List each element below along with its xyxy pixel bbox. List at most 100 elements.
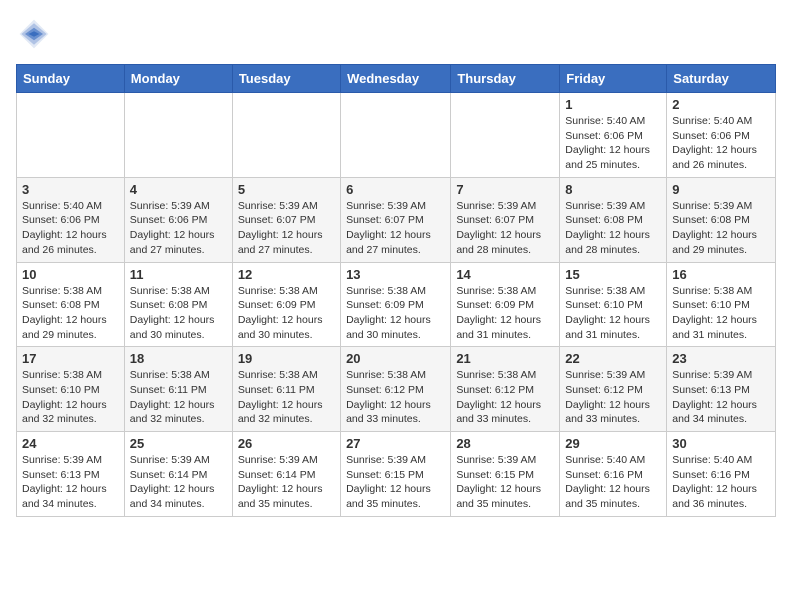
day-number: 2: [672, 97, 770, 112]
day-cell: 18 Sunrise: 5:38 AM Sunset: 6:11 PM Dayli…: [124, 347, 232, 432]
day-info: Sunrise: 5:39 AM Sunset: 6:07 PM Dayligh…: [456, 199, 554, 258]
day-info: Sunrise: 5:38 AM Sunset: 6:12 PM Dayligh…: [456, 368, 554, 427]
week-row-4: 17Sunrise: 5:38 AM Sunset: 6:10 PM Dayli…: [17, 347, 776, 432]
day-number: 10: [22, 267, 119, 282]
day-cell: 25 Sunrise: 5:39 AM Sunset: 6:14 PM Dayli…: [124, 432, 232, 517]
day-number: 19: [238, 351, 335, 366]
day-number: 8: [565, 182, 661, 197]
day-cell: 17Sunrise: 5:38 AM Sunset: 6:10 PM Dayli…: [17, 347, 125, 432]
day-cell: 26Sunrise: 5:39 AM Sunset: 6:14 PM Dayli…: [232, 432, 340, 517]
day-info: Sunrise: 5:40 AM Sunset: 6:06 PM Dayligh…: [672, 114, 770, 173]
day-number: 9: [672, 182, 770, 197]
day-number: 3: [22, 182, 119, 197]
day-info: Sunrise: 5:38 AM Sunset: 6:08 PM Dayligh…: [22, 284, 119, 343]
day-info: Sunrise: 5:38 AM Sunset: 6:09 PM Dayligh…: [238, 284, 335, 343]
day-number: 28: [456, 436, 554, 451]
day-number: 6: [346, 182, 445, 197]
day-info: Sunrise: 5:38 AM Sunset: 6:12 PM Dayligh…: [346, 368, 445, 427]
day-cell: 1 Sunrise: 5:40 AM Sunset: 6:06 PM Daylig…: [560, 93, 667, 178]
day-header-sunday: Sunday: [17, 65, 125, 93]
day-number: 13: [346, 267, 445, 282]
day-number: 11: [130, 267, 227, 282]
calendar-body: 1 Sunrise: 5:40 AM Sunset: 6:06 PM Daylig…: [17, 93, 776, 517]
day-number: 21: [456, 351, 554, 366]
day-number: 7: [456, 182, 554, 197]
day-cell: 14 Sunrise: 5:38 AM Sunset: 6:09 PM Dayli…: [451, 262, 560, 347]
day-info: Sunrise: 5:39 AM Sunset: 6:12 PM Dayligh…: [565, 368, 661, 427]
day-number: 15: [565, 267, 661, 282]
day-number: 17: [22, 351, 119, 366]
day-cell: 22 Sunrise: 5:39 AM Sunset: 6:12 PM Dayli…: [560, 347, 667, 432]
day-cell: 28Sunrise: 5:39 AM Sunset: 6:15 PM Dayli…: [451, 432, 560, 517]
page-header: [16, 16, 776, 52]
day-of-week-header-row: SundayMondayTuesdayWednesdayThursdayFrid…: [17, 65, 776, 93]
day-number: 23: [672, 351, 770, 366]
week-row-5: 24 Sunrise: 5:39 AM Sunset: 6:13 PM Dayli…: [17, 432, 776, 517]
day-number: 25: [130, 436, 227, 451]
day-info: Sunrise: 5:38 AM Sunset: 6:10 PM Dayligh…: [565, 284, 661, 343]
day-number: 14: [456, 267, 554, 282]
day-cell: 29Sunrise: 5:40 AM Sunset: 6:16 PM Dayli…: [560, 432, 667, 517]
day-header-wednesday: Wednesday: [341, 65, 451, 93]
day-cell: [17, 93, 125, 178]
day-header-saturday: Saturday: [667, 65, 776, 93]
day-header-tuesday: Tuesday: [232, 65, 340, 93]
day-number: 4: [130, 182, 227, 197]
day-info: Sunrise: 5:38 AM Sunset: 6:08 PM Dayligh…: [130, 284, 227, 343]
day-number: 5: [238, 182, 335, 197]
week-row-1: 1 Sunrise: 5:40 AM Sunset: 6:06 PM Daylig…: [17, 93, 776, 178]
day-cell: [451, 93, 560, 178]
day-cell: 6 Sunrise: 5:39 AM Sunset: 6:07 PM Daylig…: [341, 177, 451, 262]
day-cell: 7 Sunrise: 5:39 AM Sunset: 6:07 PM Daylig…: [451, 177, 560, 262]
day-number: 22: [565, 351, 661, 366]
day-cell: 16 Sunrise: 5:38 AM Sunset: 6:10 PM Dayli…: [667, 262, 776, 347]
day-cell: 12 Sunrise: 5:38 AM Sunset: 6:09 PM Dayli…: [232, 262, 340, 347]
day-info: Sunrise: 5:39 AM Sunset: 6:07 PM Dayligh…: [346, 199, 445, 258]
day-cell: 3 Sunrise: 5:40 AM Sunset: 6:06 PM Daylig…: [17, 177, 125, 262]
day-number: 30: [672, 436, 770, 451]
day-info: Sunrise: 5:38 AM Sunset: 6:10 PM Dayligh…: [672, 284, 770, 343]
day-cell: 23 Sunrise: 5:39 AM Sunset: 6:13 PM Dayli…: [667, 347, 776, 432]
day-cell: 8 Sunrise: 5:39 AM Sunset: 6:08 PM Daylig…: [560, 177, 667, 262]
day-info: Sunrise: 5:39 AM Sunset: 6:13 PM Dayligh…: [22, 453, 119, 512]
day-info: Sunrise: 5:38 AM Sunset: 6:11 PM Dayligh…: [130, 368, 227, 427]
day-cell: [232, 93, 340, 178]
day-info: Sunrise: 5:39 AM Sunset: 6:07 PM Dayligh…: [238, 199, 335, 258]
day-cell: 24 Sunrise: 5:39 AM Sunset: 6:13 PM Dayli…: [17, 432, 125, 517]
day-header-friday: Friday: [560, 65, 667, 93]
day-cell: 15 Sunrise: 5:38 AM Sunset: 6:10 PM Dayli…: [560, 262, 667, 347]
day-number: 16: [672, 267, 770, 282]
day-info: Sunrise: 5:39 AM Sunset: 6:06 PM Dayligh…: [130, 199, 227, 258]
day-number: 1: [565, 97, 661, 112]
day-info: Sunrise: 5:40 AM Sunset: 6:06 PM Dayligh…: [565, 114, 661, 173]
day-info: Sunrise: 5:39 AM Sunset: 6:08 PM Dayligh…: [565, 199, 661, 258]
day-info: Sunrise: 5:40 AM Sunset: 6:06 PM Dayligh…: [22, 199, 119, 258]
day-info: Sunrise: 5:38 AM Sunset: 6:09 PM Dayligh…: [346, 284, 445, 343]
day-number: 12: [238, 267, 335, 282]
day-cell: 2 Sunrise: 5:40 AM Sunset: 6:06 PM Daylig…: [667, 93, 776, 178]
day-info: Sunrise: 5:39 AM Sunset: 6:08 PM Dayligh…: [672, 199, 770, 258]
day-info: Sunrise: 5:40 AM Sunset: 6:16 PM Dayligh…: [672, 453, 770, 512]
day-cell: 27Sunrise: 5:39 AM Sunset: 6:15 PM Dayli…: [341, 432, 451, 517]
day-cell: 11 Sunrise: 5:38 AM Sunset: 6:08 PM Dayli…: [124, 262, 232, 347]
day-cell: 9 Sunrise: 5:39 AM Sunset: 6:08 PM Daylig…: [667, 177, 776, 262]
day-info: Sunrise: 5:39 AM Sunset: 6:14 PM Dayligh…: [130, 453, 227, 512]
day-cell: 20 Sunrise: 5:38 AM Sunset: 6:12 PM Dayli…: [341, 347, 451, 432]
day-info: Sunrise: 5:38 AM Sunset: 6:09 PM Dayligh…: [456, 284, 554, 343]
day-info: Sunrise: 5:39 AM Sunset: 6:14 PM Dayligh…: [238, 453, 335, 512]
day-cell: 13 Sunrise: 5:38 AM Sunset: 6:09 PM Dayli…: [341, 262, 451, 347]
calendar-table: SundayMondayTuesdayWednesdayThursdayFrid…: [16, 64, 776, 517]
day-info: Sunrise: 5:40 AM Sunset: 6:16 PM Dayligh…: [565, 453, 661, 512]
day-cell: 5 Sunrise: 5:39 AM Sunset: 6:07 PM Daylig…: [232, 177, 340, 262]
day-number: 20: [346, 351, 445, 366]
day-cell: [124, 93, 232, 178]
day-cell: 10 Sunrise: 5:38 AM Sunset: 6:08 PM Dayli…: [17, 262, 125, 347]
day-number: 18: [130, 351, 227, 366]
week-row-3: 10 Sunrise: 5:38 AM Sunset: 6:08 PM Dayli…: [17, 262, 776, 347]
day-info: Sunrise: 5:39 AM Sunset: 6:13 PM Dayligh…: [672, 368, 770, 427]
day-header-monday: Monday: [124, 65, 232, 93]
day-number: 24: [22, 436, 119, 451]
day-info: Sunrise: 5:39 AM Sunset: 6:15 PM Dayligh…: [346, 453, 445, 512]
logo-icon: [16, 16, 52, 52]
logo: [16, 16, 56, 52]
